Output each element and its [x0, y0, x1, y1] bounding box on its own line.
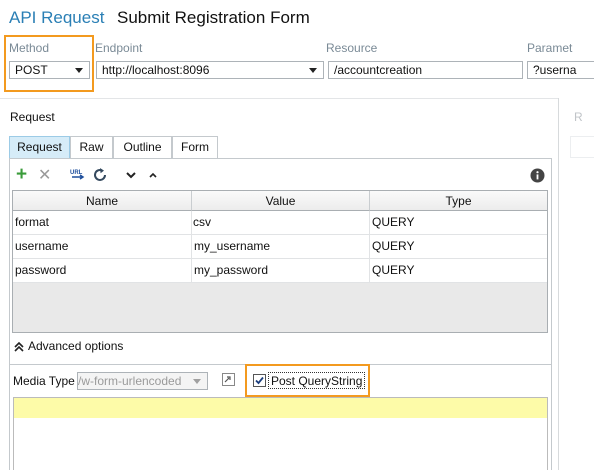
- column-header-name[interactable]: Name: [13, 191, 192, 211]
- param-type[interactable]: QUERY: [370, 235, 547, 258]
- tab-label: Request: [17, 140, 62, 154]
- chevron-down-icon: [193, 379, 201, 384]
- param-value-text: csv: [193, 215, 211, 229]
- x-icon[interactable]: ✕: [38, 168, 51, 184]
- request-body-editor[interactable]: [13, 397, 548, 470]
- params-value: ?userna: [533, 63, 577, 77]
- endpoint-label: Endpoint: [95, 41, 143, 55]
- tab-outline[interactable]: Outline: [113, 136, 172, 158]
- advanced-options-label: Advanced options: [28, 339, 124, 353]
- media-type-label: Media Type: [13, 374, 75, 388]
- chevron-down-icon: [309, 68, 317, 73]
- page-title: Submit Registration Form: [117, 8, 310, 27]
- resource-field[interactable]: /accountcreation: [328, 61, 523, 79]
- double-chevron-up-icon: [14, 341, 24, 352]
- chevron-down-icon[interactable]: [125, 168, 137, 186]
- param-type[interactable]: QUERY: [370, 259, 547, 282]
- param-name[interactable]: username: [13, 235, 192, 258]
- refresh-icon[interactable]: [92, 167, 108, 187]
- params-label: Paramet: [527, 41, 573, 55]
- tab-label: Raw: [79, 140, 104, 154]
- table-empty-area: [13, 283, 547, 332]
- table-row[interactable]: format csv QUERY: [13, 211, 547, 235]
- right-panel-tab[interactable]: [570, 136, 594, 158]
- column-header-type[interactable]: Type: [370, 191, 547, 211]
- request-panel-title: Request: [10, 110, 55, 124]
- media-type-select[interactable]: /w-form-urlencoded: [77, 372, 208, 390]
- api-request-label: API Request: [9, 8, 105, 27]
- panel-splitter[interactable]: [558, 98, 559, 470]
- post-querystring-highlight: [245, 364, 370, 397]
- tab-form[interactable]: Form: [172, 136, 218, 158]
- media-type-editor-icon[interactable]: [222, 373, 235, 389]
- table-row[interactable]: username my_username QUERY: [13, 235, 547, 259]
- param-value[interactable]: csv: [192, 211, 370, 234]
- endpoint-select[interactable]: http://localhost:8096: [96, 61, 324, 79]
- chevron-up-icon[interactable]: [147, 168, 159, 186]
- resource-label: Resource: [326, 41, 378, 55]
- method-highlight: [4, 35, 94, 92]
- tab-request[interactable]: Request: [9, 136, 70, 158]
- param-type[interactable]: QUERY: [370, 211, 547, 234]
- table-row[interactable]: password my_password QUERY: [13, 259, 547, 283]
- info-icon[interactable]: [530, 168, 545, 187]
- params-field[interactable]: ?userna: [527, 61, 594, 79]
- column-header-value[interactable]: Value: [192, 191, 370, 211]
- param-name[interactable]: format: [13, 211, 192, 234]
- right-panel-label: R: [574, 110, 583, 124]
- plus-icon[interactable]: +: [16, 165, 27, 184]
- divider: [0, 98, 558, 99]
- media-type-value: /w-form-urlencoded: [78, 374, 182, 388]
- param-value[interactable]: my_username: [192, 235, 370, 258]
- tab-label: Form: [181, 140, 209, 154]
- url-icon[interactable]: URL: [70, 167, 86, 187]
- resource-value: /accountcreation: [334, 63, 423, 77]
- current-line-highlight: [14, 398, 547, 418]
- param-name[interactable]: password: [13, 259, 192, 282]
- param-value[interactable]: my_password: [192, 259, 370, 282]
- endpoint-value: http://localhost:8096: [102, 63, 210, 77]
- parameters-table: Name Value Type format csv QUERY usernam…: [12, 190, 548, 333]
- tab-label: Outline: [123, 140, 162, 154]
- tab-raw[interactable]: Raw: [70, 136, 113, 158]
